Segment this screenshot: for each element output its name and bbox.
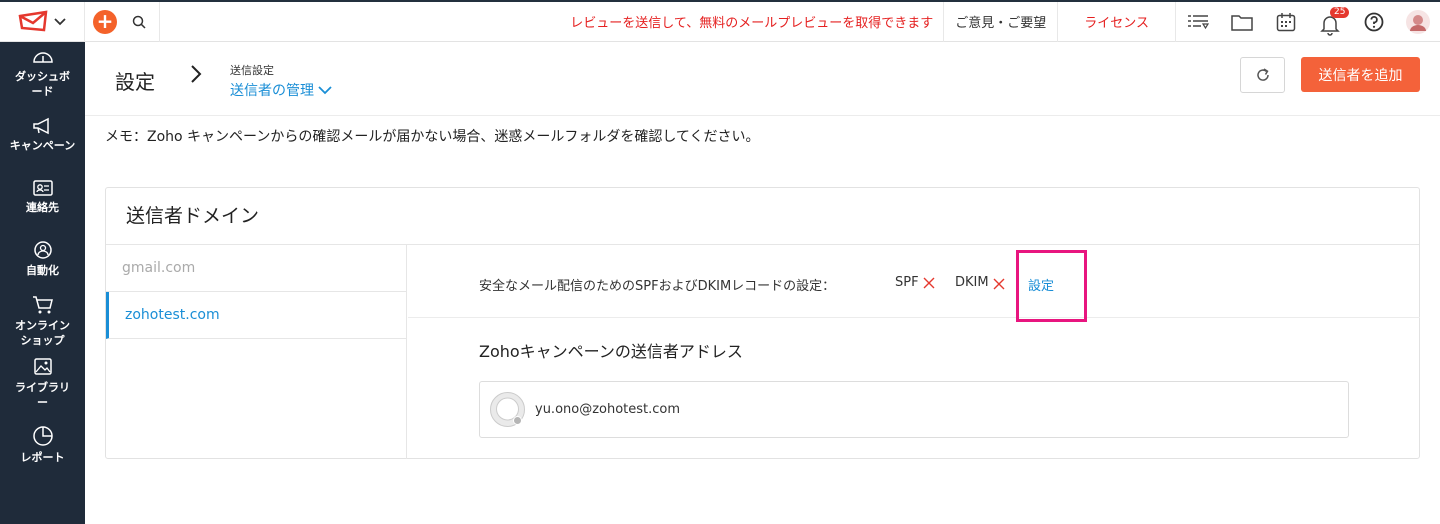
- cart-icon: [32, 295, 53, 313]
- sender-section-title: Zohoキャンペーンの送信者アドレス: [479, 342, 743, 361]
- notification-count-badge: 25: [1330, 6, 1350, 18]
- sidebar-item-label: 自動化: [26, 264, 59, 277]
- chevron-right-icon: [191, 65, 202, 83]
- sidebar-item-automation[interactable]: 自動化: [0, 228, 85, 290]
- top-bar: + レビューを送信して、無料のメールプレビューを取得できます ご意見・ご要望 ラ…: [0, 0, 1440, 42]
- feedback-link[interactable]: ご意見・ご要望: [944, 12, 1057, 31]
- sender-card[interactable]: yu.ono@zohotest.com: [479, 381, 1349, 438]
- chevron-down-icon: [54, 17, 66, 25]
- breadcrumb-parent: 送信設定: [230, 64, 274, 77]
- app-logo-menu[interactable]: [0, 1, 85, 42]
- dkim-label: DKIM: [955, 275, 989, 290]
- list-filter-icon[interactable]: [1176, 2, 1220, 42]
- sidebar-item-label: ダッシュボード: [15, 69, 70, 98]
- notifications-button[interactable]: 25: [1308, 2, 1352, 42]
- status-dot: [513, 416, 522, 425]
- spf-dkim-description: 安全なメール配信のためのSPFおよびDKIMレコードの設定：: [479, 279, 836, 294]
- pie-chart-icon: [32, 426, 53, 446]
- sidebar-item-reports[interactable]: レポート: [0, 414, 85, 476]
- sidebar-item-dashboard[interactable]: ダッシュボード: [0, 42, 85, 104]
- refresh-icon: [1256, 68, 1269, 81]
- user-avatar[interactable]: [1396, 2, 1440, 42]
- page-title: 設定: [115, 70, 155, 94]
- megaphone-icon: [32, 117, 49, 135]
- add-sender-button[interactable]: 送信者を追加: [1301, 57, 1420, 92]
- memo-note: メモ：Zoho キャンペーンからの確認メールが届かない場合、迷惑メールフォルダを…: [105, 129, 760, 145]
- review-promo-link[interactable]: レビューを送信して、無料のメールプレビューを取得できます: [560, 12, 943, 31]
- sidebar-item-label: キャンペーン: [9, 139, 76, 152]
- license-link[interactable]: ライセンス: [1058, 12, 1175, 31]
- campaigns-logo-icon: [18, 10, 48, 31]
- dashboard-icon: [32, 51, 53, 63]
- sidebar-item-campaigns[interactable]: キャンペーン: [0, 104, 85, 166]
- sidebar-item-contacts[interactable]: 連絡先: [0, 166, 85, 228]
- help-icon[interactable]: [1352, 2, 1396, 42]
- create-new-button[interactable]: +: [93, 9, 117, 34]
- domain-item-gmail[interactable]: gmail.com: [106, 245, 406, 292]
- domain-list: gmail.com zohotest.com: [106, 245, 407, 459]
- breadcrumb-dropdown[interactable]: 送信者の管理: [230, 80, 332, 100]
- folder-icon[interactable]: [1220, 2, 1264, 42]
- sidebar-item-label: レポート: [20, 451, 65, 464]
- contact-card-icon: [32, 180, 53, 196]
- image-library-icon: [33, 357, 52, 375]
- automation-icon: [33, 241, 52, 259]
- domain-detail: 安全なメール配信のためのSPFおよびDKIMレコードの設定： SPF DKIM …: [408, 245, 1420, 459]
- calendar-icon[interactable]: [1264, 2, 1308, 42]
- sidebar-item-label: ライブラリー: [15, 380, 70, 409]
- sidebar-item-library[interactable]: ライブラリー: [0, 352, 85, 414]
- sidebar: ダッシュボード キャンペーン 連絡先 自動化 オンラインショップ ライブラリー …: [0, 42, 85, 524]
- breadcrumb-current: 送信者の管理: [230, 83, 314, 99]
- spf-dkim-row: 安全なメール配信のためのSPFおよびDKIMレコードの設定： SPF DKIM …: [408, 245, 1420, 322]
- sender-domain-panel: 送信者ドメイン gmail.com zohotest.com 安全なメール配信の…: [105, 187, 1420, 459]
- sidebar-item-online-shop[interactable]: オンラインショップ: [0, 290, 85, 352]
- sidebar-item-label: オンラインショップ: [15, 318, 70, 347]
- dkim-status: DKIM: [955, 275, 1005, 290]
- spf-settings-link[interactable]: 設定: [1028, 275, 1054, 294]
- sender-email: yu.ono@zohotest.com: [535, 402, 681, 417]
- spf-status: SPF: [895, 275, 935, 290]
- search-icon[interactable]: [127, 10, 151, 34]
- sidebar-item-label: 連絡先: [26, 201, 59, 214]
- page-header: 設定 送信設定 送信者の管理 送信者を追加: [85, 42, 1440, 116]
- topbar-spacer: [159, 1, 560, 42]
- domain-item-zohotest[interactable]: zohotest.com: [106, 292, 406, 339]
- spf-label: SPF: [895, 275, 919, 290]
- cross-icon: [993, 278, 1005, 290]
- refresh-button[interactable]: [1240, 57, 1285, 93]
- cross-icon: [923, 277, 935, 288]
- panel-title: 送信者ドメイン: [106, 188, 1419, 245]
- chevron-down-icon: [318, 85, 332, 94]
